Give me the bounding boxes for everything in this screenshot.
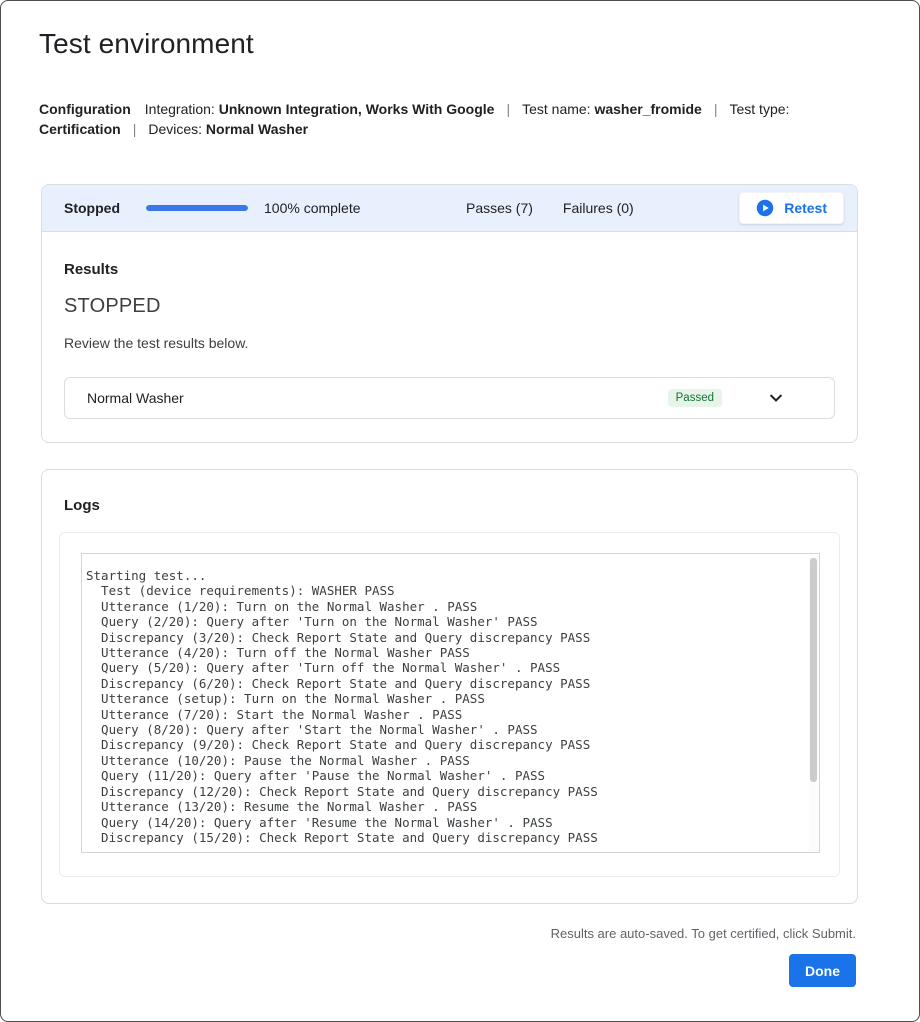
failures-count: Failures (0) (563, 200, 634, 216)
device-result-row[interactable]: Normal Washer Passed (64, 377, 835, 419)
progress-bar (146, 205, 248, 211)
progress-label: 100% complete (264, 200, 361, 216)
autosave-note: Results are auto-saved. To get certified… (1, 926, 856, 941)
results-heading: Results (64, 261, 835, 279)
logs-card: Logs Starting test... Test (device requi… (41, 469, 858, 904)
progress-bar-fill (146, 205, 248, 211)
done-button[interactable]: Done (789, 954, 856, 987)
logs-heading: Logs (64, 497, 857, 515)
configuration-label: Configuration (39, 101, 131, 117)
status-badge: Passed (668, 389, 722, 407)
results-body: Results STOPPED Review the test results … (42, 232, 857, 442)
config-separator: | (506, 101, 510, 117)
log-output-box[interactable]: Starting test... Test (device requiremen… (81, 553, 820, 853)
device-name: Normal Washer (87, 390, 184, 406)
logs-panel: Starting test... Test (device requiremen… (59, 532, 840, 877)
config-separator: | (133, 121, 137, 137)
test-status: STOPPED (64, 295, 835, 317)
retest-button[interactable]: Retest (739, 192, 844, 224)
passes-count: Passes (7) (466, 200, 533, 216)
chevron-down-icon[interactable] (766, 388, 786, 408)
config-item-devices: Devices: Normal Washer (148, 121, 308, 137)
scrollbar-thumb[interactable] (810, 558, 817, 782)
configuration-summary: Configuration Integration: Unknown Integr… (39, 99, 885, 139)
page-title: Test environment (39, 29, 919, 59)
results-card: Stopped 100% complete Passes (7) Failure… (41, 184, 858, 443)
status-state-label: Stopped (64, 200, 120, 216)
test-environment-window: Test environment Configuration Integratio… (0, 0, 920, 1022)
log-scrollbar[interactable] (809, 555, 818, 852)
log-output: Starting test... Test (device requiremen… (86, 568, 805, 845)
status-bar: Stopped 100% complete Passes (7) Failure… (42, 185, 857, 232)
retest-button-label: Retest (784, 200, 827, 216)
config-item-test-name: Test name: washer_fromide (522, 101, 702, 117)
config-item-integration: Integration: Unknown Integration, Works … (145, 101, 495, 117)
config-separator: | (714, 101, 718, 117)
results-description: Review the test results below. (64, 335, 835, 351)
play-icon (756, 199, 774, 217)
